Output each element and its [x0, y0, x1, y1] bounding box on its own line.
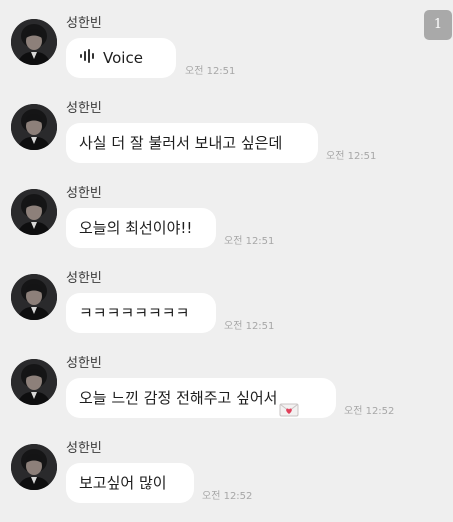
message-timestamp: 오전 12:51 [326, 151, 377, 162]
message-bubble[interactable]: 오늘의 최선이야!! [66, 208, 216, 248]
avatar[interactable] [11, 104, 57, 150]
message-row: 성한빈 보고싶어 많이 오전 12:52 [0, 425, 453, 507]
sender-name: 성한빈 [66, 356, 102, 371]
message-row: 성한빈 ㅋㅋㅋㅋㅋㅋㅋㅋ 오전 12:51 [0, 255, 453, 337]
message-timestamp: 오전 12:51 [224, 236, 275, 247]
voice-wave-icon [79, 39, 95, 79]
avatar[interactable] [11, 274, 57, 320]
sender-name: 성한빈 [66, 271, 102, 286]
love-letter-icon [279, 392, 299, 416]
avatar[interactable] [11, 359, 57, 405]
avatar-portrait [11, 359, 57, 405]
message-timestamp: 오전 12:52 [202, 491, 253, 502]
message-row: 성한빈 오늘의 최선이야!! 오전 12:51 [0, 170, 453, 252]
message-bubble[interactable]: 보고싶어 많이 [66, 463, 194, 503]
avatar-portrait [11, 104, 57, 150]
avatar-portrait [11, 19, 57, 65]
chat-thread: 1 성한빈 Voice 오전 12:51 성한빈 사실 더 잘 불러서 보내고 … [0, 0, 453, 522]
sender-name: 성한빈 [66, 101, 102, 116]
message-timestamp: 오전 12:52 [344, 406, 395, 417]
avatar-portrait [11, 274, 57, 320]
message-row: 성한빈 Voice 오전 12:51 [0, 0, 453, 82]
sender-name: 성한빈 [66, 16, 102, 31]
message-bubble[interactable]: 오늘 느낀 감정 전해주고 싶어서 [66, 378, 336, 418]
voice-label: Voice [103, 49, 143, 67]
message-bubble[interactable]: ㅋㅋㅋㅋㅋㅋㅋㅋ [66, 293, 216, 333]
sender-name: 성한빈 [66, 441, 102, 456]
avatar[interactable] [11, 19, 57, 65]
avatar[interactable] [11, 444, 57, 490]
message-row: 성한빈 오늘 느낀 감정 전해주고 싶어서 오전 12:52 [0, 340, 453, 422]
sender-name: 성한빈 [66, 186, 102, 201]
message-row: 성한빈 사실 더 잘 불러서 보내고 싶은데 오전 12:51 [0, 85, 453, 167]
message-timestamp: 오전 12:51 [185, 66, 236, 77]
message-text: 오늘 느낀 감정 전해주고 싶어서 [79, 389, 278, 407]
message-timestamp: 오전 12:51 [224, 321, 275, 332]
voice-message-bubble[interactable]: Voice [66, 38, 176, 78]
avatar[interactable] [11, 189, 57, 235]
avatar-portrait [11, 444, 57, 490]
message-bubble[interactable]: 사실 더 잘 불러서 보내고 싶은데 [66, 123, 318, 163]
avatar-portrait [11, 189, 57, 235]
